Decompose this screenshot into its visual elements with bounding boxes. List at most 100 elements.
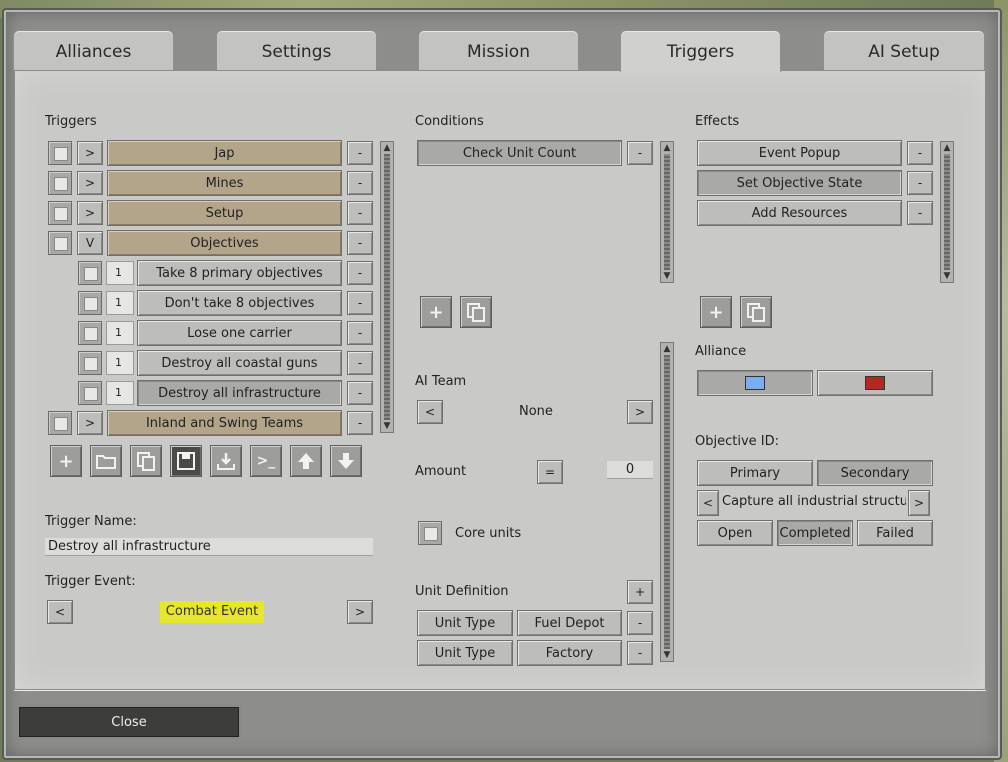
close-button[interactable]: Close — [17, 705, 241, 739]
ai-team-prev-button[interactable]: < — [417, 400, 443, 424]
state-completed-button[interactable]: Completed — [777, 520, 853, 546]
unit-type-button[interactable]: Unit Type — [417, 640, 513, 666]
trigger-item-destroy-coastal-guns[interactable]: Destroy all coastal guns — [137, 350, 342, 376]
condition-params-scrollbar[interactable]: ▲ ▼ — [660, 342, 674, 662]
trigger-checkbox[interactable] — [48, 201, 72, 225]
trigger-name-input[interactable]: Destroy all infrastructure — [45, 538, 373, 556]
remove-condition-button[interactable]: - — [627, 141, 653, 165]
remove-trigger-button[interactable]: - — [347, 411, 373, 435]
remove-unit-definition-button[interactable]: - — [627, 611, 653, 635]
trigger-order-number[interactable]: 1 — [106, 381, 134, 405]
scroll-track[interactable] — [664, 154, 670, 270]
unit-type-button[interactable]: Unit Type — [417, 610, 513, 636]
remove-trigger-button[interactable]: - — [347, 381, 373, 405]
save-icon[interactable] — [170, 445, 202, 477]
trigger-item-objectives[interactable]: Objectives — [107, 230, 342, 256]
add-condition-icon[interactable]: + — [420, 296, 452, 328]
state-open-button[interactable]: Open — [697, 520, 773, 546]
scroll-up-icon[interactable]: ▲ — [941, 142, 953, 154]
scroll-up-icon[interactable]: ▲ — [381, 142, 393, 154]
trigger-checkbox[interactable] — [78, 381, 102, 405]
scroll-down-icon[interactable]: ▼ — [661, 270, 673, 282]
trigger-checkbox[interactable] — [48, 411, 72, 435]
trigger-checkbox[interactable] — [48, 231, 72, 255]
scroll-down-icon[interactable]: ▼ — [381, 420, 393, 432]
trigger-checkbox[interactable] — [78, 321, 102, 345]
add-unit-definition-button[interactable]: + — [627, 580, 653, 604]
trigger-item-mines[interactable]: Mines — [107, 170, 342, 196]
ai-team-next-button[interactable]: > — [627, 400, 653, 424]
expand-button[interactable]: > — [77, 141, 103, 165]
triggers-scrollbar[interactable]: ▲ ▼ — [380, 141, 394, 433]
trigger-checkbox[interactable] — [78, 291, 102, 315]
event-prev-button[interactable]: < — [47, 600, 73, 624]
collapse-button[interactable]: V — [77, 231, 103, 255]
unit-type-value-button[interactable]: Factory — [517, 640, 622, 666]
unit-type-value-button[interactable]: Fuel Depot — [517, 610, 622, 636]
remove-trigger-button[interactable]: - — [347, 261, 373, 285]
arrow-up-icon[interactable] — [290, 445, 322, 477]
amount-input[interactable]: 0 — [607, 461, 653, 479]
remove-trigger-button[interactable]: - — [347, 171, 373, 195]
add-icon[interactable]: + — [50, 445, 82, 477]
effect-item-event-popup[interactable]: Event Popup — [697, 140, 902, 166]
trigger-item-dont-take-8[interactable]: Don't take 8 objectives — [137, 290, 342, 316]
trigger-item-destroy-infrastructure[interactable]: Destroy all infrastructure — [137, 380, 342, 406]
arrow-down-icon[interactable] — [330, 445, 362, 477]
scroll-track[interactable] — [944, 154, 950, 270]
effect-item-add-resources[interactable]: Add Resources — [697, 200, 902, 226]
scroll-track[interactable] — [664, 355, 670, 649]
effect-item-set-objective-state[interactable]: Set Objective State — [697, 170, 902, 196]
scroll-up-icon[interactable]: ▲ — [661, 142, 673, 154]
trigger-item-inland-swing-teams[interactable]: Inland and Swing Teams — [107, 410, 342, 436]
trigger-item-take-8-primary[interactable]: Take 8 primary objectives — [137, 260, 342, 286]
core-units-checkbox[interactable] — [418, 521, 442, 545]
remove-trigger-button[interactable]: - — [347, 321, 373, 345]
secondary-button[interactable]: Secondary — [817, 460, 933, 486]
scroll-track[interactable] — [384, 154, 390, 420]
remove-trigger-button[interactable]: - — [347, 291, 373, 315]
trigger-checkbox[interactable] — [48, 141, 72, 165]
folder-icon[interactable] — [90, 445, 122, 477]
amount-operator-button[interactable]: = — [537, 460, 563, 484]
remove-effect-button[interactable]: - — [907, 141, 933, 165]
copy-condition-icon[interactable] — [460, 296, 492, 328]
trigger-order-number[interactable]: 1 — [106, 321, 134, 345]
expand-button[interactable]: > — [77, 411, 103, 435]
trigger-item-setup[interactable]: Setup — [107, 200, 342, 226]
tab-mission[interactable]: Mission — [418, 30, 579, 71]
trigger-checkbox[interactable] — [48, 171, 72, 195]
objective-prev-button[interactable]: < — [697, 490, 719, 516]
import-icon[interactable] — [210, 445, 242, 477]
tab-alliances[interactable]: Alliances — [13, 30, 174, 71]
state-failed-button[interactable]: Failed — [857, 520, 933, 546]
remove-trigger-button[interactable]: - — [347, 201, 373, 225]
remove-effect-button[interactable]: - — [907, 201, 933, 225]
copy-effect-icon[interactable] — [740, 296, 772, 328]
trigger-checkbox[interactable] — [78, 261, 102, 285]
scroll-down-icon[interactable]: ▼ — [661, 649, 673, 661]
tab-settings[interactable]: Settings — [216, 30, 377, 71]
effects-scrollbar[interactable]: ▲ ▼ — [940, 141, 954, 283]
remove-trigger-button[interactable]: - — [347, 231, 373, 255]
expand-button[interactable]: > — [77, 201, 103, 225]
trigger-order-number[interactable]: 1 — [106, 261, 134, 285]
trigger-item-lose-one-carrier[interactable]: Lose one carrier — [137, 320, 342, 346]
scroll-down-icon[interactable]: ▼ — [941, 270, 953, 282]
scroll-up-icon[interactable]: ▲ — [661, 343, 673, 355]
console-icon[interactable]: >_ — [250, 445, 282, 477]
tab-triggers[interactable]: Triggers — [620, 30, 781, 72]
conditions-scrollbar[interactable]: ▲ ▼ — [660, 141, 674, 283]
add-effect-icon[interactable]: + — [700, 296, 732, 328]
tab-ai-setup[interactable]: AI Setup — [823, 30, 985, 71]
alliance-blue-button[interactable] — [697, 370, 813, 396]
remove-unit-definition-button[interactable]: - — [627, 641, 653, 665]
condition-item-check-unit-count[interactable]: Check Unit Count — [417, 140, 622, 166]
trigger-checkbox[interactable] — [78, 351, 102, 375]
copy-icon[interactable] — [130, 445, 162, 477]
trigger-item-jap[interactable]: Jap — [107, 140, 342, 166]
expand-button[interactable]: > — [77, 171, 103, 195]
remove-trigger-button[interactable]: - — [347, 141, 373, 165]
trigger-order-number[interactable]: 1 — [106, 351, 134, 375]
primary-button[interactable]: Primary — [697, 460, 813, 486]
